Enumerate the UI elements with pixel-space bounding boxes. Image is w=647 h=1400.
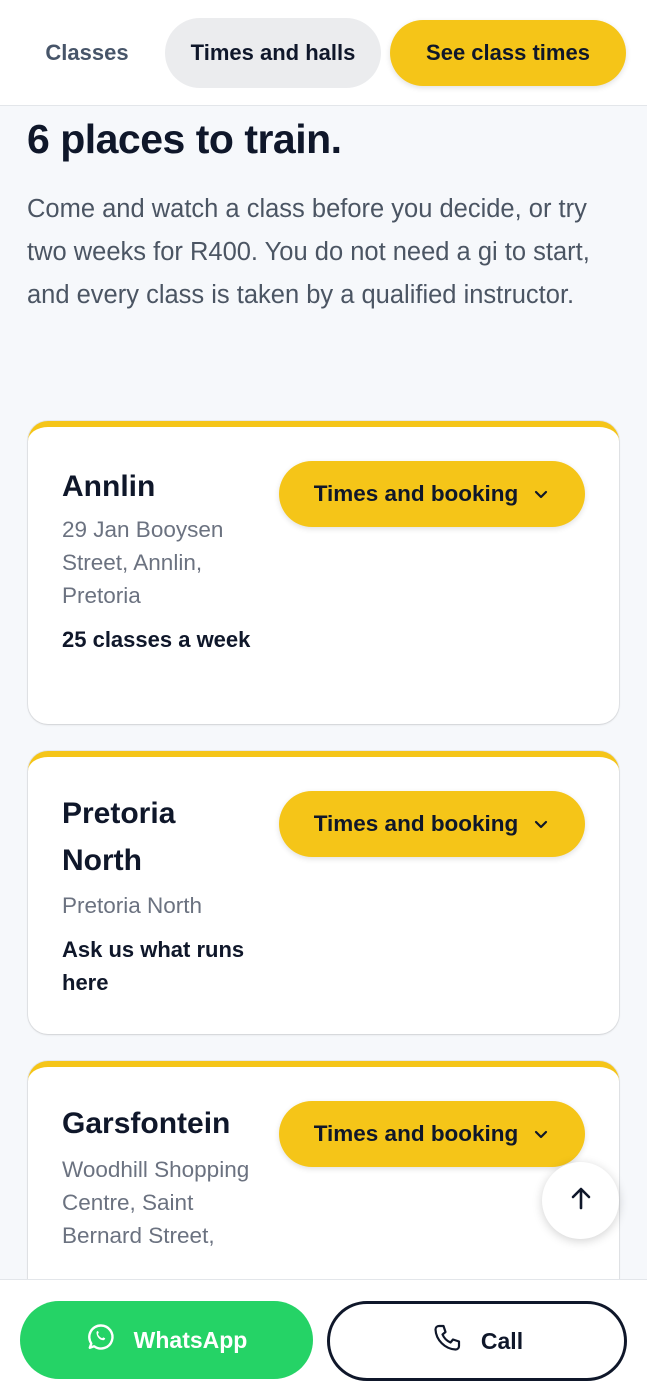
scroll-to-top-button[interactable] [542,1162,619,1239]
call-button[interactable]: Call [327,1301,627,1381]
times-and-booking-button[interactable]: Times and booking [279,791,585,857]
location-name: Annlin [62,470,156,503]
nav-classes-link[interactable]: Classes [22,18,152,88]
chevron-down-icon [532,815,550,833]
location-name: Pretoria North [62,797,176,877]
location-card-pretoria-north: Pretoria North Pretoria North Ask us wha… [28,751,619,1034]
button-label: Times and booking [313,811,519,836]
location-card-annlin: Annlin 29 Jan Booysen Street, Annlin, Pr… [28,421,619,724]
button-label: Times and booking [313,481,519,506]
whatsapp-button[interactable]: WhatsApp [20,1301,313,1379]
chevron-down-icon [532,485,550,503]
whatsapp-icon [86,1322,116,1358]
phone-icon [431,1322,463,1360]
location-address: 29 Jan Booysen Street, Annlin, Pretoria [62,517,224,608]
intro-text: Come and watch a class before you decide… [27,195,590,309]
bottom-action-bar: WhatsApp Call [0,1279,647,1400]
whatsapp-label: WhatsApp [133,1326,248,1353]
location-address: Woodhill Shopping Centre, Saint Bernard … [62,1157,250,1248]
top-navigation: Classes Times and halls See class times [0,0,647,106]
location-class-count: Ask us what runs here [62,937,245,995]
location-card-garsfontein: Garsfontein Woodhill Shopping Centre, Sa… [28,1061,619,1301]
times-and-booking-button[interactable]: Times and booking [279,1101,585,1167]
chevron-down-icon [532,1125,550,1143]
call-label: Call [480,1327,524,1354]
button-label: Times and booking [313,1121,519,1146]
arrow-up-icon [567,1184,595,1217]
location-address: Pretoria North [62,893,203,918]
see-class-times-button[interactable]: See class times [390,20,626,86]
nav-times-and-halls-link[interactable]: Times and halls [165,18,381,88]
times-and-booking-button[interactable]: Times and booking [279,461,585,527]
location-name: Garsfontein [62,1107,231,1140]
page-title: 6 places to train. [27,116,342,162]
location-class-count: 25 classes a week [62,627,251,652]
